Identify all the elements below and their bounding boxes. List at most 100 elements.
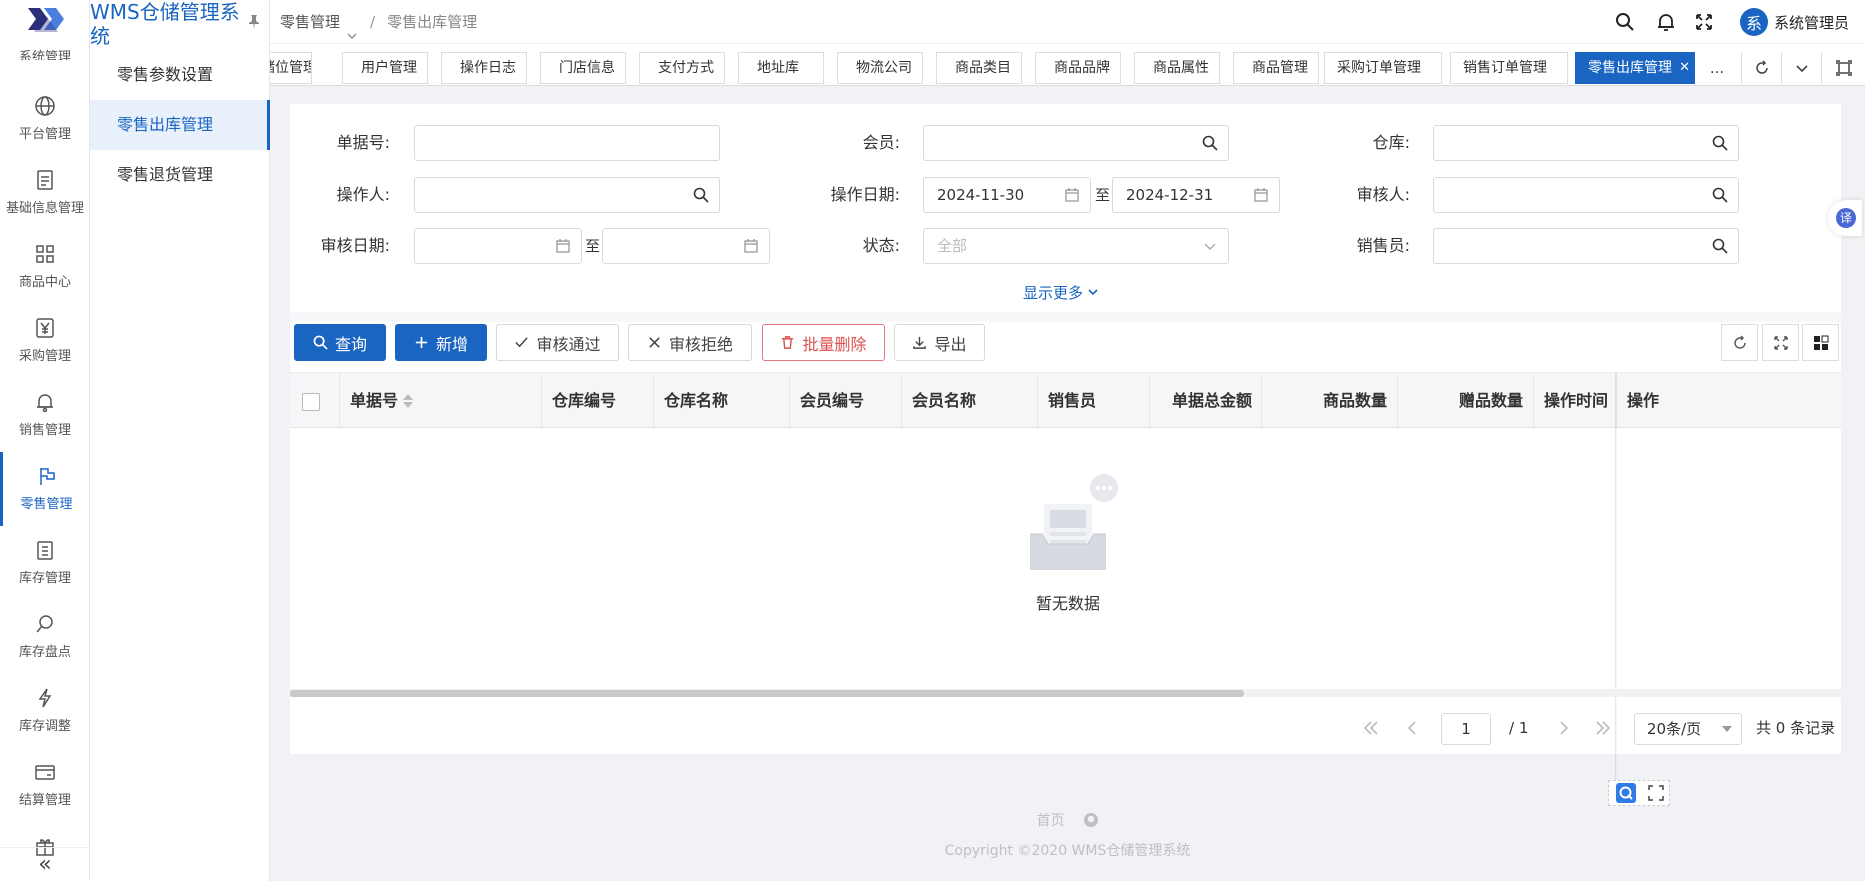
empty-inbox-icon (1030, 474, 1118, 570)
page-size-select[interactable]: 20条/页 (1634, 713, 1742, 745)
tab-label: 地址库 (757, 60, 799, 76)
clipboard-icon (37, 541, 53, 560)
tabs-maximize-button[interactable] (1821, 52, 1865, 84)
tab-product-management[interactable]: 商品管理 (1233, 52, 1319, 84)
add-button[interactable]: 新增 (395, 324, 487, 361)
last-page-icon[interactable] (1593, 718, 1613, 738)
batch-delete-label: 批量删除 (802, 334, 867, 354)
tab-address-book[interactable]: 地址库 (738, 52, 824, 84)
select-all-checkbox[interactable] (302, 393, 320, 411)
translate-widget[interactable]: 译 (1828, 200, 1862, 236)
table-refresh-button[interactable] (1721, 324, 1758, 361)
tab-retail-outbound[interactable]: 零售出库管理 ✕ (1575, 52, 1695, 84)
export-button[interactable]: 导出 (894, 324, 985, 361)
refresh-tab-button[interactable] (1741, 52, 1781, 84)
query-button[interactable]: 查询 (294, 324, 386, 361)
bell-icon[interactable] (1656, 12, 1676, 32)
rail-item-inventory[interactable]: 库存管理 (0, 526, 89, 600)
op-date-to: 至 (1095, 186, 1111, 204)
plus-icon (415, 336, 428, 349)
rail-item-system-cut[interactable]: 系统管理 (0, 46, 89, 60)
column-settings-button[interactable] (1802, 324, 1839, 361)
rail-item-basic-info[interactable]: 基础信息管理 (0, 156, 89, 230)
column-actions: 操作 (1617, 373, 1841, 429)
close-tab-icon[interactable]: ✕ (1679, 53, 1690, 83)
column-doc-no[interactable]: 单据号 (340, 373, 542, 429)
scan-icon[interactable] (1647, 785, 1664, 801)
next-page-icon[interactable] (1554, 718, 1574, 738)
submenu-retail-outbound[interactable]: 零售出库管理 (90, 100, 270, 150)
table-fullscreen-button[interactable] (1762, 324, 1799, 361)
tab-sales-orders[interactable]: 销售订单管理 (1450, 52, 1568, 84)
column-label: 销售员 (1048, 391, 1097, 410)
tab-purchase-orders[interactable]: 采购订单管理 (1324, 52, 1442, 84)
breadcrumb-parent[interactable]: 零售管理 (280, 0, 340, 44)
op-date-end-input[interactable]: 2024-12-31 (1112, 177, 1280, 213)
tab-product-brand[interactable]: 商品品牌 (1035, 52, 1121, 84)
fullscreen-icon[interactable] (1694, 12, 1714, 32)
horizontal-scrollbar[interactable] (290, 689, 1841, 697)
collapse-sidebar-button[interactable]: « (0, 847, 89, 881)
column-label: 操作 (1627, 391, 1660, 410)
op-date-start-input[interactable]: 2024-11-30 (923, 177, 1091, 213)
submenu-retail-returns[interactable]: 零售退货管理 (90, 150, 270, 200)
translate-icon: 译 (1836, 208, 1856, 228)
rail-item-purchase[interactable]: 采购管理 (0, 304, 89, 378)
tab-logistics[interactable]: 物流公司 (837, 52, 923, 84)
audit-date-start-input[interactable] (414, 228, 582, 264)
operator-input[interactable] (414, 177, 720, 213)
tab-operation-log[interactable]: 操作日志 (441, 52, 527, 84)
search-icon[interactable] (1202, 135, 1218, 151)
pin-icon[interactable] (246, 14, 262, 30)
member-input[interactable] (923, 125, 1229, 161)
rail-item-settlement[interactable]: 结算管理 (0, 748, 89, 822)
tabs-dropdown-button[interactable] (1781, 52, 1821, 84)
tab-payment-methods[interactable]: 支付方式 (639, 52, 725, 84)
reject-button[interactable]: 审核拒绝 (628, 324, 752, 361)
tab-product-category[interactable]: 商品类目 (936, 52, 1022, 84)
doc-no-input[interactable] (414, 125, 720, 161)
column-warehouse-name: 仓库名称 (654, 373, 790, 429)
rail-item-stocktake[interactable]: 库存盘点 (0, 600, 89, 674)
first-page-icon[interactable] (1361, 718, 1381, 738)
search-icon[interactable] (1712, 135, 1728, 151)
yen-icon (36, 318, 54, 338)
rail-item-adjust[interactable]: 库存调整 (0, 674, 89, 748)
tab-users[interactable]: 用户管理 (342, 52, 428, 84)
tab-storage-location[interactable]: 储位管理 (270, 52, 312, 84)
footer-home-link[interactable]: 首页 (1037, 810, 1065, 830)
warehouse-input[interactable] (1433, 125, 1739, 161)
auditor-input[interactable] (1433, 177, 1739, 213)
status-select[interactable]: 全部 (923, 228, 1229, 264)
batch-delete-button[interactable]: 批量删除 (762, 324, 885, 361)
tab-store-info[interactable]: 门店信息 (540, 52, 626, 84)
salesperson-input[interactable] (1433, 228, 1739, 264)
show-more-label: 显示更多 (1023, 283, 1084, 302)
q-icon[interactable] (1615, 782, 1637, 804)
rail-item-label: 库存管理 (18, 571, 71, 586)
column-op-time[interactable]: 操作时间 (1534, 373, 1617, 429)
audit-date-end-input[interactable] (602, 228, 770, 264)
rail-item-platform[interactable]: 平台管理 (0, 82, 89, 156)
submenu-retail-params[interactable]: 零售参数设置 (90, 50, 270, 100)
search-icon[interactable] (1615, 12, 1635, 32)
approve-button[interactable]: 审核通过 (496, 324, 619, 361)
column-member-name: 会员名称 (902, 373, 1038, 429)
search-icon[interactable] (693, 187, 709, 203)
rail-item-retail[interactable]: 零售管理 (0, 452, 89, 526)
show-more-toggle[interactable]: 显示更多 (1023, 282, 1099, 302)
tab-product-attribute[interactable]: 商品属性 (1134, 52, 1220, 84)
prev-page-icon[interactable] (1402, 718, 1422, 738)
page-number-input[interactable]: 1 (1441, 713, 1491, 745)
sort-icon[interactable] (402, 393, 414, 409)
github-icon[interactable] (1083, 812, 1099, 828)
scrollbar-thumb[interactable] (290, 690, 1244, 697)
top-header: 零售管理 / 零售出库管理 系 系统管理员 (270, 0, 1865, 44)
rail-item-product-center[interactable]: 商品中心 (0, 230, 89, 304)
search-icon[interactable] (1712, 238, 1728, 254)
user-menu[interactable]: 系 系统管理员 (1740, 8, 1849, 36)
search-icon[interactable] (1712, 187, 1728, 203)
rail-item-sales[interactable]: 销售管理 (0, 378, 89, 452)
tabs-more-button[interactable]: ... (1695, 52, 1739, 84)
empty-text: 暂无数据 (1035, 594, 1100, 613)
